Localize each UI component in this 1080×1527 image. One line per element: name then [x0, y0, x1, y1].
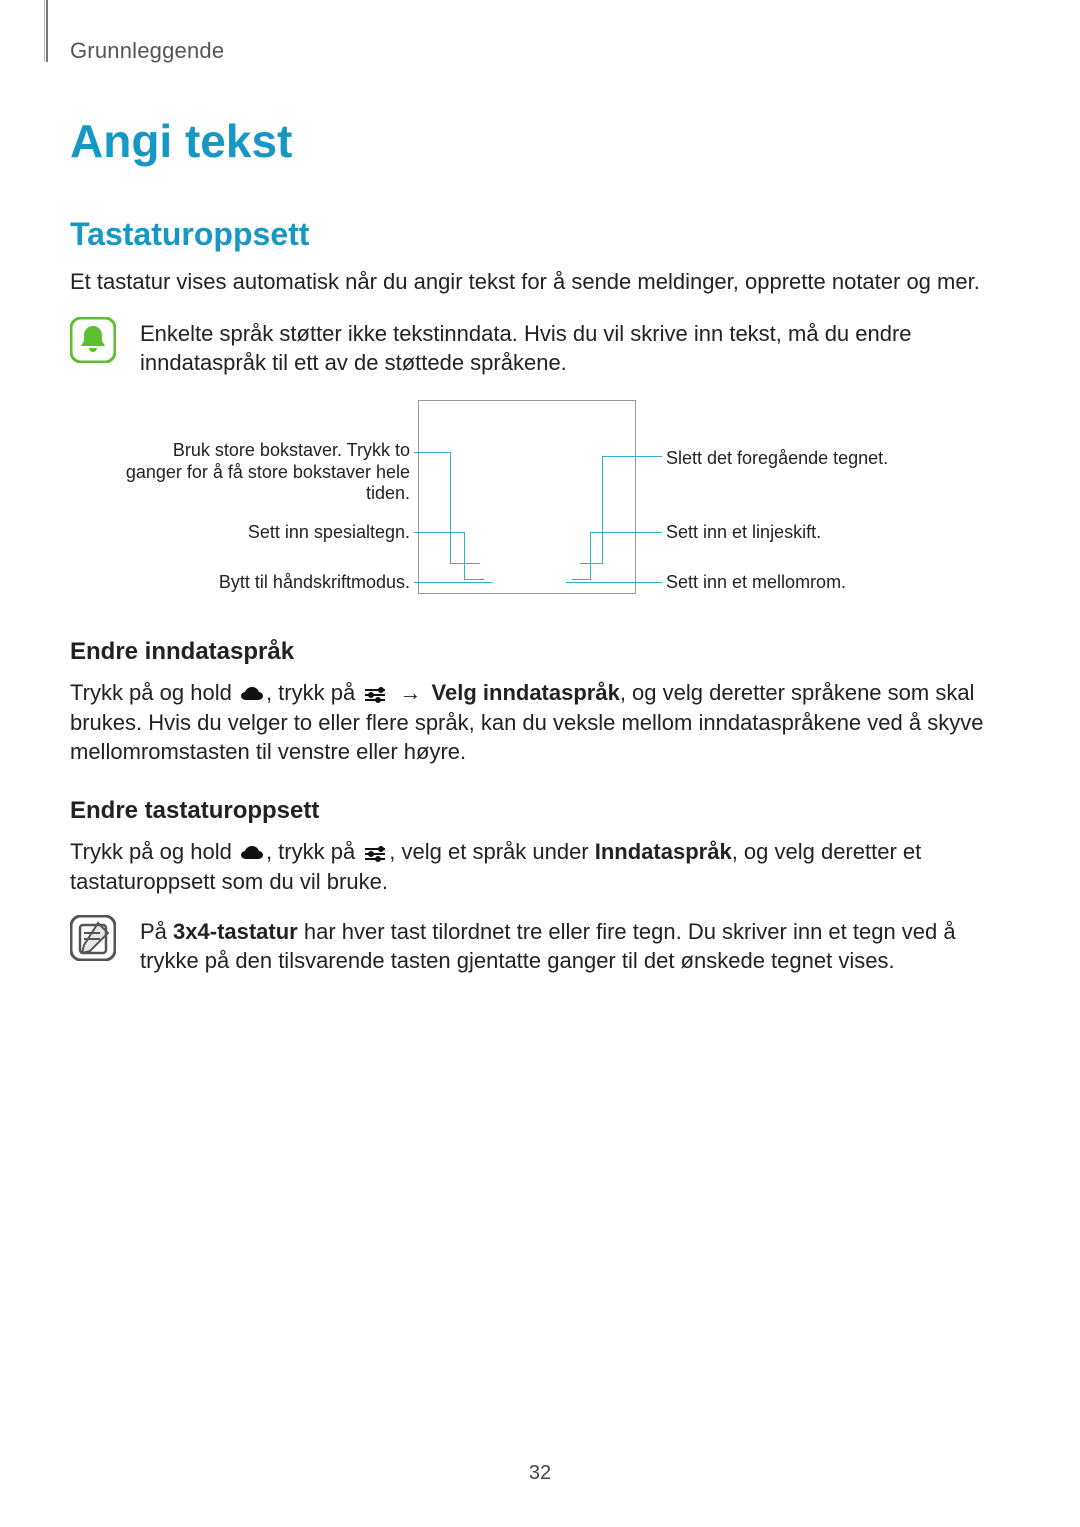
text-fragment: Trykk på og hold [70, 839, 238, 864]
callout-caps: Bruk store bokstaver. Trykk to ganger fo… [120, 440, 410, 505]
callout-space: Sett inn et mellomrom. [666, 572, 996, 594]
paragraph-input-language: Trykk på og hold , trykk på → Velg innda… [70, 678, 1010, 767]
menu-option-inndatasprak: Inndataspråk [595, 839, 732, 864]
callout-handwriting: Bytt til håndskriftmodus. [120, 572, 410, 594]
leader-line [414, 532, 464, 533]
leader-line [590, 532, 662, 533]
info-note-text: Enkelte språk støtter ikke tekstinndata.… [140, 317, 1010, 378]
document-page: Grunnleggende Angi tekst Tastaturoppsett… [0, 0, 1080, 1527]
callout-symbols: Sett inn spesialtegn. [120, 522, 410, 544]
leader-line [590, 532, 591, 580]
section-heading: Tastaturoppsett [70, 216, 1010, 253]
settings-icon [363, 682, 387, 700]
subheading-keyboard-layout: Endre tastaturoppsett [70, 797, 1010, 825]
callout-backspace: Slett det foregående tegnet. [666, 448, 996, 470]
intro-paragraph: Et tastatur vises automatisk når du angi… [70, 267, 1010, 297]
callout-linebreak: Sett inn et linjeskift. [666, 522, 996, 544]
leader-line [580, 563, 602, 564]
text-fragment: , trykk på [266, 680, 361, 705]
info-note: Enkelte språk støtter ikke tekstinndata.… [70, 317, 1010, 378]
page-title: Angi tekst [70, 114, 1010, 168]
keyboard-type-3x4: 3x4-tastatur [173, 919, 298, 944]
leader-line [602, 456, 603, 564]
text-fragment: , velg et språk under [389, 839, 594, 864]
t-swipe-icon [240, 682, 264, 700]
text-fragment: Trykk på og hold [70, 680, 238, 705]
page-number: 32 [0, 1462, 1080, 1485]
leader-line [566, 582, 662, 583]
header-rule [46, 0, 48, 62]
leader-line [450, 563, 480, 564]
leader-line [450, 452, 451, 564]
paragraph-keyboard-layout: Trykk på og hold , trykk på , velg et sp… [70, 837, 1010, 896]
tip-note-text: På 3x4-tastatur har hver tast tilordnet … [140, 915, 1010, 976]
leader-line [602, 456, 662, 457]
leader-line [414, 582, 492, 583]
header-rule-shadow [44, 0, 45, 62]
bell-info-icon [70, 317, 116, 363]
leader-line [464, 532, 465, 580]
subheading-input-language: Endre inndataspråk [70, 638, 1010, 666]
note-pad-icon [70, 915, 116, 961]
tip-note: På 3x4-tastatur har hver tast tilordnet … [70, 915, 1010, 976]
leader-line [464, 579, 484, 580]
arrow-icon: → [389, 680, 431, 705]
text-fragment: På [140, 919, 173, 944]
text-fragment: , trykk på [266, 839, 361, 864]
breadcrumb: Grunnleggende [70, 38, 1010, 64]
leader-line [572, 579, 590, 580]
keyboard-diagram: Bruk store bokstaver. Trykk to ganger fo… [70, 400, 1010, 608]
leader-line [414, 452, 450, 453]
menu-option-velg-inndatasprak: Velg inndataspråk [432, 680, 620, 705]
t-swipe-icon [240, 841, 264, 859]
settings-icon [363, 841, 387, 859]
